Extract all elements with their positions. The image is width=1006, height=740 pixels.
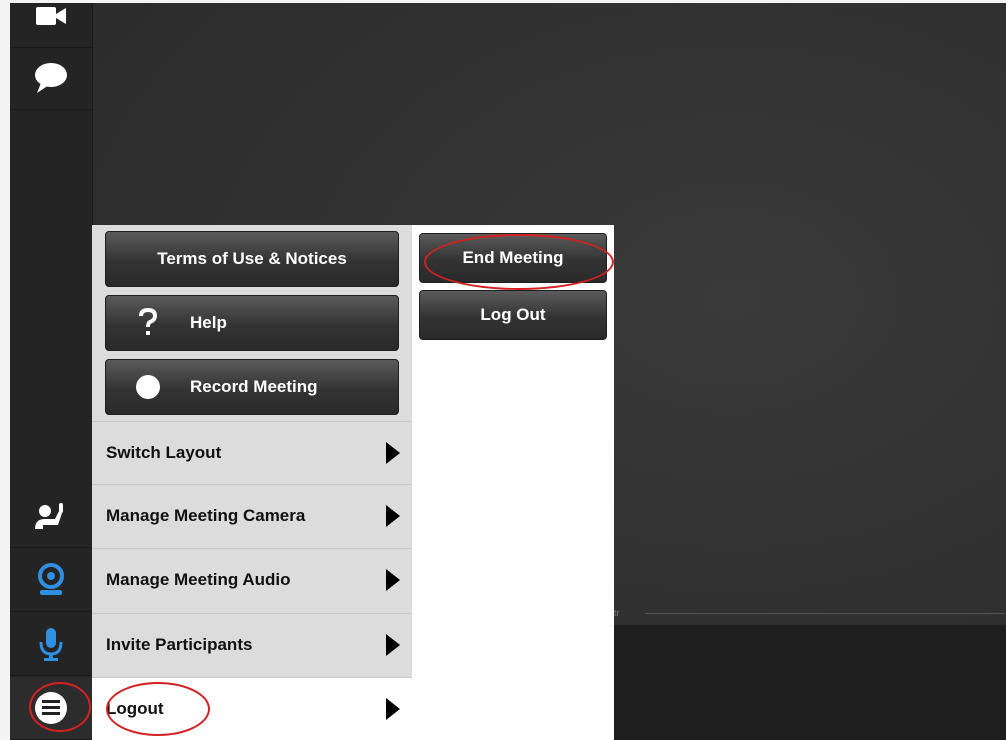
menu-item-switch-layout[interactable]: Switch Layout (92, 421, 412, 484)
caption-fragment: tr (614, 608, 620, 618)
raise-hand-button[interactable] (10, 485, 92, 548)
menu-item-label: Manage Meeting Camera (106, 506, 306, 525)
log-out-label: Log Out (480, 305, 546, 324)
webcam-button[interactable] (10, 549, 92, 612)
terms-button[interactable]: Terms of Use & Notices (105, 231, 399, 287)
menu-item-label: Logout (106, 699, 164, 718)
log-out-button[interactable]: Log Out (419, 290, 607, 340)
arrow-right-icon (386, 505, 400, 527)
main-menu: Terms of Use & Notices Help Record Meeti… (92, 225, 412, 740)
webcam-icon (38, 563, 64, 595)
bottom-band (610, 625, 1006, 740)
end-meeting-label: End Meeting (462, 248, 564, 267)
end-meeting-button[interactable]: End Meeting (419, 233, 607, 283)
menu-item-label: Invite Participants (106, 635, 253, 654)
sidebar (10, 3, 93, 740)
arrow-right-icon (386, 634, 400, 656)
hand-raise-icon (35, 503, 63, 529)
menu-item-label: Switch Layout (106, 443, 222, 462)
main-menu-button[interactable] (10, 677, 92, 740)
record-meeting-label: Record Meeting (190, 377, 318, 396)
caption-line (645, 613, 1005, 614)
record-meeting-button[interactable]: Record Meeting (105, 359, 399, 415)
chat-button[interactable] (10, 47, 92, 110)
arrow-right-icon (386, 698, 400, 720)
chat-bubble-icon (35, 63, 67, 93)
menu-item-manage-audio[interactable]: Manage Meeting Audio (92, 548, 412, 611)
microphone-button[interactable] (10, 613, 92, 676)
menu-item-manage-camera[interactable]: Manage Meeting Camera (92, 484, 412, 547)
menu-item-invite-participants[interactable]: Invite Participants (92, 613, 412, 676)
menu-icon (35, 692, 67, 724)
microphone-icon (39, 628, 63, 661)
help-button[interactable]: Help (105, 295, 399, 351)
logout-submenu: End Meeting Log Out (412, 225, 614, 740)
menu-item-logout[interactable]: Logout (92, 677, 412, 740)
terms-label: Terms of Use & Notices (157, 249, 347, 268)
video-camera-icon (36, 7, 66, 25)
arrow-right-icon (386, 442, 400, 464)
record-dot-icon (106, 374, 190, 400)
video-camera-button[interactable] (10, 3, 92, 48)
question-mark-icon (106, 308, 190, 338)
help-label: Help (190, 313, 227, 332)
menu-item-label: Manage Meeting Audio (106, 570, 291, 589)
arrow-right-icon (386, 569, 400, 591)
